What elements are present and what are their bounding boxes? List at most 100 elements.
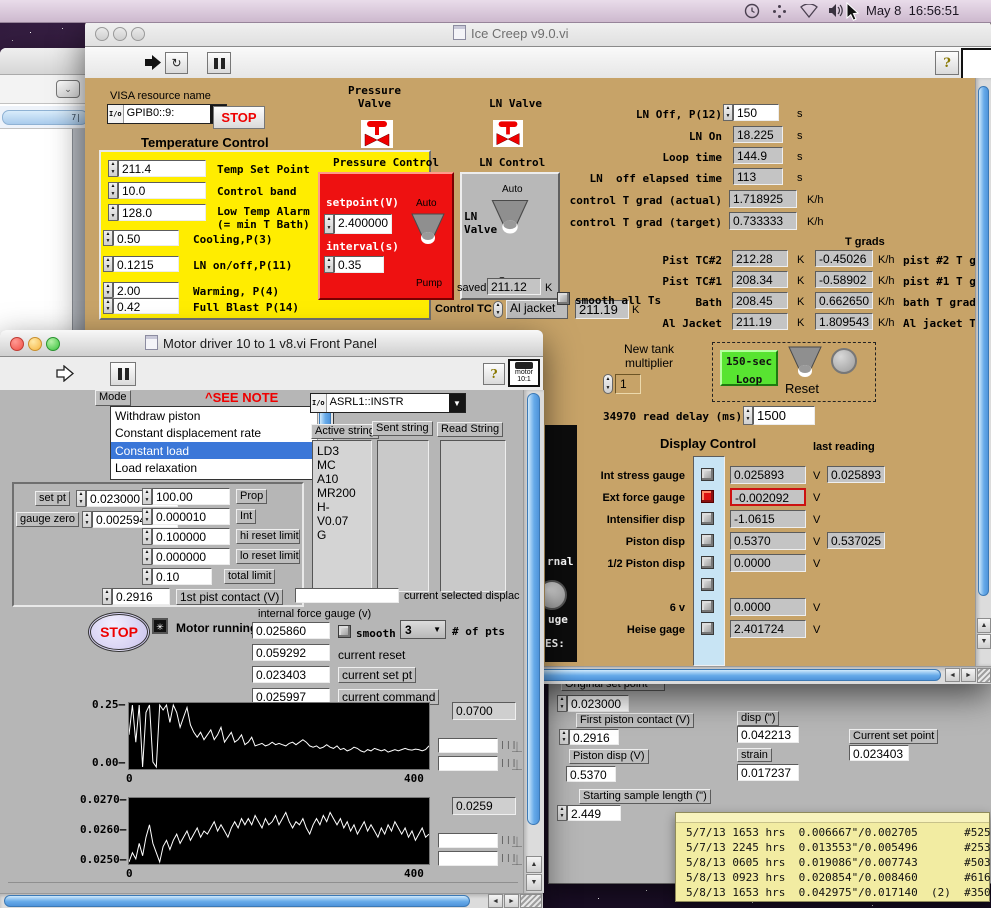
minimize-button[interactable] xyxy=(113,27,127,41)
graph2-axis-icon-1[interactable]: ⏊ xyxy=(512,834,523,849)
mode-listbox[interactable]: Withdraw piston Constant displacement ra… xyxy=(110,406,334,480)
ice-resize-grip[interactable] xyxy=(977,668,991,683)
motor-titlebar[interactable]: Motor driver 10 to 1 v8.vi Front Panel xyxy=(0,330,543,357)
reset-knob[interactable] xyxy=(785,345,825,379)
zoom-button[interactable] xyxy=(46,337,60,351)
first-contact-field[interactable]: 0.2916 xyxy=(112,588,170,605)
help-button[interactable]: ? xyxy=(483,363,505,385)
spaces-icon[interactable] xyxy=(772,4,787,19)
smooth-checkbox[interactable] xyxy=(338,625,351,638)
ice-vscroll-down-arrow[interactable]: ▼ xyxy=(977,634,991,649)
int-field[interactable]: 0.000010 xyxy=(152,508,230,525)
selected-displacement-field[interactable] xyxy=(295,588,399,603)
vi-icon-box[interactable] xyxy=(961,48,991,81)
close-button[interactable] xyxy=(10,337,24,351)
volume-icon[interactable] xyxy=(828,3,845,18)
active-string-item[interactable]: G xyxy=(317,528,326,542)
reset-round-button[interactable] xyxy=(831,348,857,374)
warming-spinner[interactable]: ▲▼ xyxy=(103,282,113,298)
motor-vi-icon[interactable]: motor10:1 xyxy=(508,359,540,387)
motor-hscroll-thumb[interactable] xyxy=(4,895,470,907)
graph1-cursor-field-1[interactable] xyxy=(438,738,498,753)
ice-vscroll-up-arrow[interactable]: ▲ xyxy=(977,618,991,633)
mode-item[interactable]: Load relaxation xyxy=(115,461,197,475)
first-contact-spinner[interactable]: ▲▼ xyxy=(102,588,112,605)
toolbar-chevron-button[interactable]: ⌄ xyxy=(56,80,80,98)
minimize-button[interactable] xyxy=(28,337,42,351)
motor-running-indicator[interactable]: ✳ xyxy=(152,618,168,634)
read-delay-spinner[interactable]: ▲▼ xyxy=(743,406,753,425)
starting-sample-length-spinner[interactable]: ▲▼ xyxy=(557,805,567,821)
force-history-graph[interactable] xyxy=(128,702,430,770)
active-string-item[interactable]: V0.07 xyxy=(317,514,348,528)
cooling-spinner[interactable]: ▲▼ xyxy=(103,230,113,246)
low-temp-alarm-spinner[interactable]: ▲▼ xyxy=(108,204,118,221)
original-set-point-spinner[interactable]: ▲▼ xyxy=(557,695,567,712)
control-band-spinner[interactable]: ▲▼ xyxy=(108,182,118,199)
combo-arrow-icon[interactable]: ▼ xyxy=(449,394,465,412)
full-blast-field[interactable]: 0.42 xyxy=(113,298,179,314)
ice-hscroll-right-arrow[interactable]: ► xyxy=(961,668,976,682)
visa-stop-button[interactable]: STOP xyxy=(213,106,265,129)
time-machine-icon[interactable] xyxy=(744,3,760,19)
half-piston-toggle[interactable] xyxy=(701,556,714,569)
setpoint-history-graph[interactable] xyxy=(128,797,430,865)
ice-vertical-scrollbar[interactable]: ▲ ▼ xyxy=(975,78,991,666)
int-spinner[interactable]: ▲▼ xyxy=(142,508,152,525)
interval-spinner[interactable]: ▲▼ xyxy=(324,256,334,273)
prop-spinner[interactable]: ▲▼ xyxy=(142,488,152,505)
ice-titlebar[interactable]: Ice Creep v9.0.vi xyxy=(85,20,991,47)
active-string-item[interactable]: MC xyxy=(317,458,336,472)
num-pts-dropdown[interactable]: 3 ▼ xyxy=(400,620,446,639)
control-band-field[interactable]: 10.0 xyxy=(118,182,206,199)
first-piston-contact-field[interactable]: 0.2916 xyxy=(569,729,619,745)
motor-hscroll-right-arrow[interactable]: ► xyxy=(504,894,519,908)
hi-reset-spinner[interactable]: ▲▼ xyxy=(142,528,152,545)
pressure-knob[interactable] xyxy=(408,212,448,246)
warming-field[interactable]: 2.00 xyxy=(113,282,179,298)
first-piston-contact-spinner[interactable]: ▲▼ xyxy=(559,729,569,745)
active-string-item[interactable]: A10 xyxy=(317,472,338,486)
set-pt-spinner[interactable]: ▲▼ xyxy=(76,490,86,507)
temp-setpoint-spinner[interactable]: ▲▼ xyxy=(108,160,118,177)
setpoint-field[interactable]: 2.400000 xyxy=(334,214,392,234)
setpoint-spinner[interactable]: ▲▼ xyxy=(324,214,334,234)
motor-vscroll-down-arrow[interactable]: ▼ xyxy=(526,874,542,891)
gauge-zero-spinner[interactable]: ▲▼ xyxy=(82,511,92,528)
ln-off-spinner[interactable]: ▲▼ xyxy=(723,104,733,121)
piston-disp-toggle[interactable] xyxy=(701,534,714,547)
graph1-axis-icon-2[interactable]: ⏊ xyxy=(512,757,523,772)
motor-driver-window[interactable]: Motor driver 10 to 1 v8.vi Front Panel ?… xyxy=(0,330,543,908)
motor-vertical-scrollbar[interactable]: ▲ ▼ xyxy=(523,390,544,893)
original-set-point-field[interactable]: 0.023000 xyxy=(567,695,629,712)
mode-item[interactable]: Withdraw piston xyxy=(115,409,200,423)
ln-off-field[interactable]: 150 xyxy=(733,104,779,121)
motor-hscroll-left-arrow[interactable]: ◄ xyxy=(488,894,503,908)
active-string-list[interactable]: LD3 MC A10 MR200 H- V0.07 G xyxy=(312,440,372,592)
lo-reset-field[interactable]: 0.000000 xyxy=(152,548,230,565)
motor-resize-grip[interactable] xyxy=(520,894,542,908)
run-icon[interactable] xyxy=(143,54,163,71)
loop-150sec-button[interactable]: 150-sec Loop xyxy=(720,350,778,386)
active-string-item[interactable]: LD3 xyxy=(317,444,339,458)
full-blast-spinner[interactable]: ▲▼ xyxy=(103,298,113,314)
dark-knob[interactable] xyxy=(545,580,567,610)
help-button[interactable]: ? xyxy=(935,51,959,75)
ln-onoff-spinner[interactable]: ▲▼ xyxy=(103,256,113,272)
ice-vscroll-thumb[interactable] xyxy=(978,86,989,596)
motor-visa-combo[interactable]: I/o ASRL1::INSTR ▼ xyxy=(310,393,466,413)
ln-onoff-field[interactable]: 0.1215 xyxy=(113,256,179,272)
menubar-clock[interactable]: May 8 16:56:51 xyxy=(866,3,959,18)
document-titlebar[interactable] xyxy=(0,48,85,75)
starting-sample-length-field[interactable]: 2.449 xyxy=(567,805,621,821)
active-string-item[interactable]: H- xyxy=(317,500,330,514)
pause-button[interactable] xyxy=(207,52,231,74)
heise-toggle[interactable] xyxy=(701,622,714,635)
read-string-list[interactable] xyxy=(440,440,506,592)
run-icon[interactable] xyxy=(55,365,75,382)
int-stress-toggle[interactable] xyxy=(701,468,714,481)
motor-vscroll-up-arrow[interactable]: ▲ xyxy=(526,856,542,873)
prop-field[interactable]: 100.00 xyxy=(152,488,230,505)
temp-setpoint-field[interactable]: 211.4 xyxy=(118,160,206,177)
sixv-toggle[interactable] xyxy=(701,600,714,613)
